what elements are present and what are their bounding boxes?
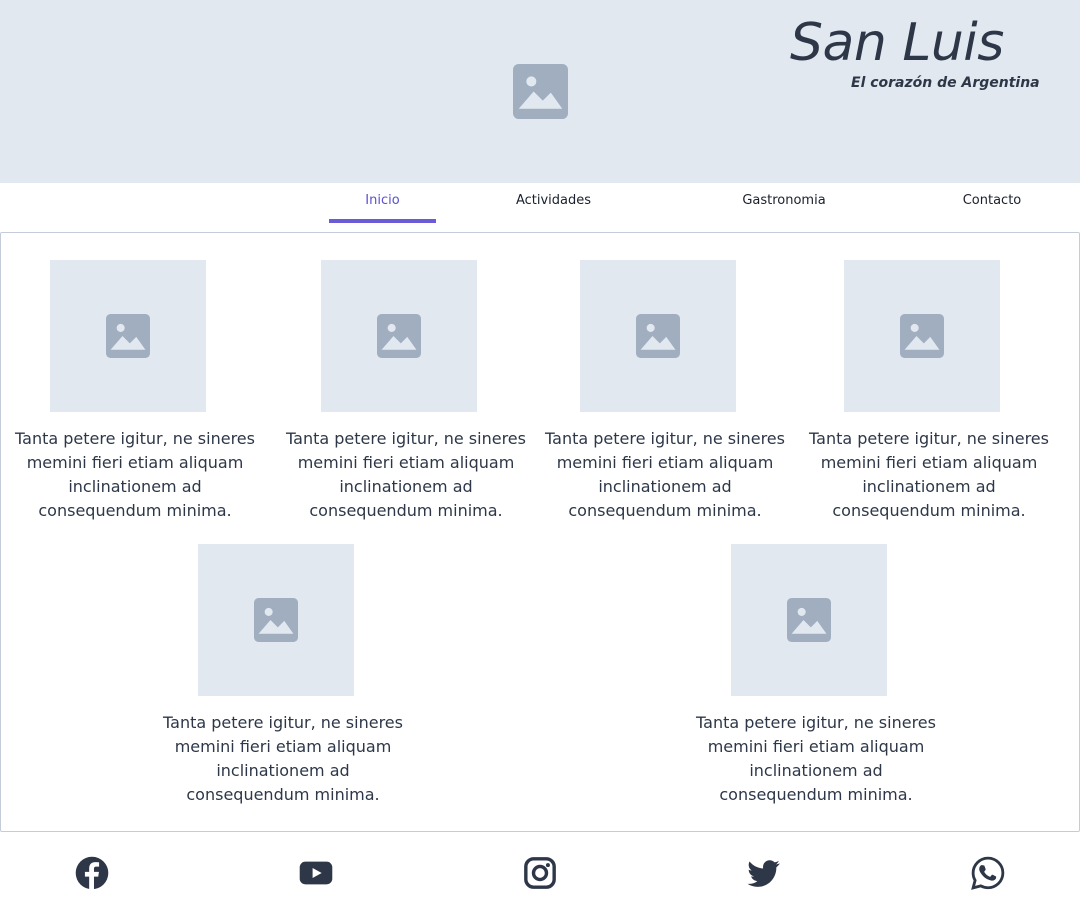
instagram-icon[interactable]	[523, 856, 557, 890]
card-image[interactable]	[731, 544, 887, 696]
youtube-icon[interactable]	[299, 856, 333, 890]
image-placeholder-icon	[377, 314, 421, 358]
image-placeholder-icon	[900, 314, 944, 358]
nav-item-contacto[interactable]: Contacto	[942, 191, 1042, 223]
image-placeholder-icon	[106, 314, 150, 358]
whatsapp-icon[interactable]	[971, 856, 1005, 890]
card-text: Tanta petere igitur, ne sineres memini f…	[286, 429, 526, 520]
nav-item-gastronomia[interactable]: Gastronomia	[728, 191, 840, 223]
card-image[interactable]	[321, 260, 477, 412]
card-text: Tanta petere igitur, ne sineres memini f…	[163, 713, 403, 804]
content-panel: Tanta petere igitur, ne sineres memini f…	[0, 232, 1080, 832]
hero-banner: San Luis El corazón de Argentina	[0, 0, 1080, 183]
image-placeholder-icon	[254, 598, 298, 642]
card-text: Tanta petere igitur, ne sineres memini f…	[809, 429, 1049, 520]
card-image[interactable]	[844, 260, 1000, 412]
brand-logo[interactable]: San Luis El corazón de Argentina	[790, 12, 1040, 92]
nav-active-indicator	[329, 219, 436, 223]
brand-title: San Luis	[790, 13, 1004, 73]
image-placeholder-icon	[513, 64, 568, 119]
twitter-icon[interactable]	[747, 856, 781, 890]
card-text: Tanta petere igitur, ne sineres memini f…	[696, 713, 936, 804]
facebook-icon[interactable]	[75, 856, 109, 890]
card-text: Tanta petere igitur, ne sineres memini f…	[15, 429, 255, 520]
image-placeholder-icon	[787, 598, 831, 642]
card-image[interactable]	[50, 260, 206, 412]
card-image[interactable]	[198, 544, 354, 696]
main-nav: Inicio Actividades Gastronomia Contacto	[0, 183, 1080, 231]
card-text: Tanta petere igitur, ne sineres memini f…	[545, 429, 785, 520]
brand-subtitle: El corazón de Argentina	[851, 75, 1040, 91]
nav-item-actividades[interactable]: Actividades	[500, 191, 607, 223]
card-image[interactable]	[580, 260, 736, 412]
image-placeholder-icon	[636, 314, 680, 358]
footer-social-bar	[0, 832, 1080, 924]
